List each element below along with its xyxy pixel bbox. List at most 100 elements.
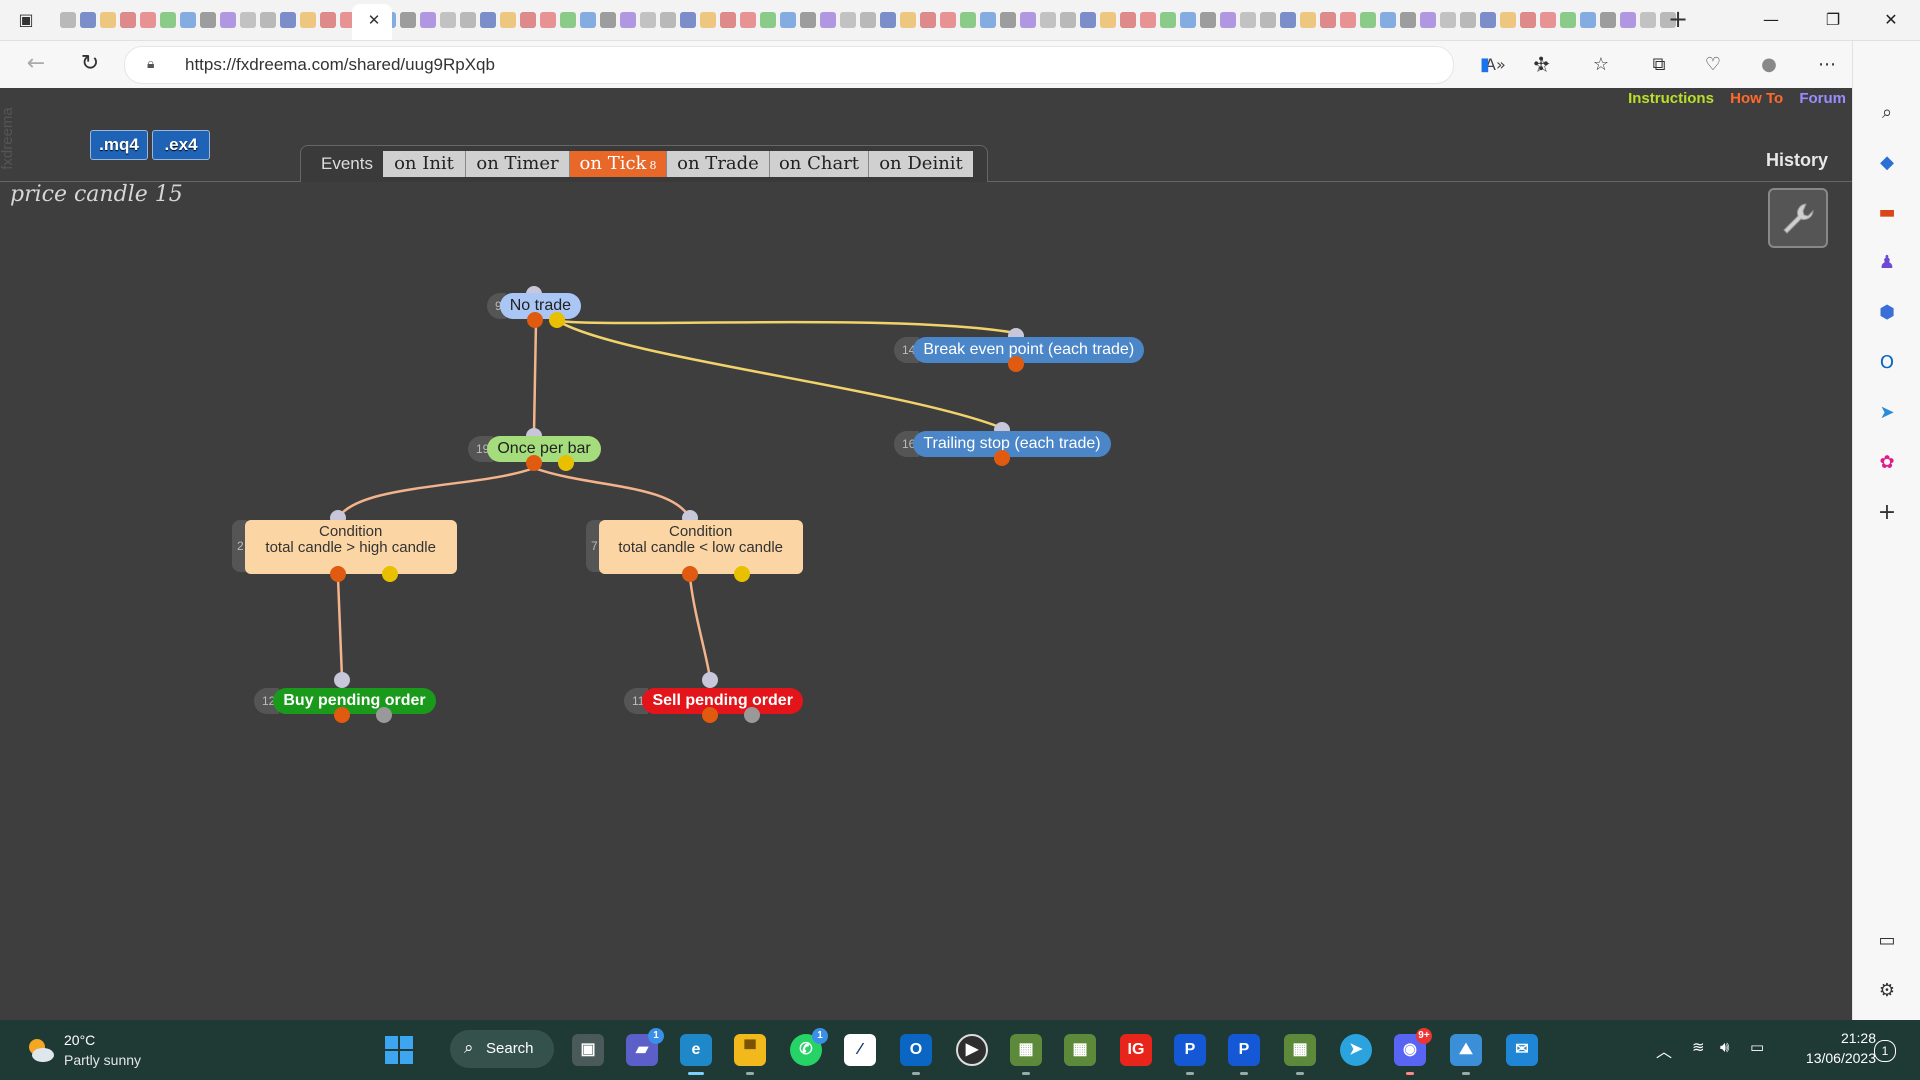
pinned-tab-favicon-icon[interactable] — [980, 12, 996, 28]
pinned-tab-favicon-icon[interactable] — [680, 12, 696, 28]
close-window-button[interactable]: ✕ — [1868, 4, 1914, 36]
pinned-tab-favicon-icon[interactable] — [1540, 12, 1556, 28]
pinned-tab-favicon-icon[interactable] — [800, 12, 816, 28]
alt-output-connector[interactable] — [734, 566, 750, 582]
pinned-tab-favicon-icon[interactable] — [1180, 12, 1196, 28]
partly-sunny-icon[interactable] — [24, 1034, 56, 1066]
pinned-tab-favicon-icon[interactable] — [1620, 12, 1636, 28]
pinned-tab-favicon-icon[interactable] — [120, 12, 136, 28]
new-tab-button[interactable]: + — [1664, 6, 1692, 34]
teams-chat-icon[interactable]: ▰ 1 — [626, 1028, 664, 1066]
input-connector[interactable] — [334, 672, 350, 688]
app-w-icon[interactable]: ✿ — [1875, 451, 1899, 475]
pinned-tab-favicon-icon[interactable] — [1560, 12, 1576, 28]
send-icon[interactable]: ➤ — [1875, 401, 1899, 425]
pinned-tab-favicon-icon[interactable] — [780, 12, 796, 28]
pinned-tab-favicon-icon[interactable] — [140, 12, 156, 28]
pinned-tab-favicon-icon[interactable] — [820, 12, 836, 28]
app-manager-icon-1[interactable]: ▦ — [1010, 1034, 1042, 1075]
pinned-tab-favicon-icon[interactable] — [900, 12, 916, 28]
pinned-tab-favicon-icon[interactable] — [560, 12, 576, 28]
pinned-tab-favicon-icon[interactable] — [700, 12, 716, 28]
pinned-tab-favicon-icon[interactable] — [1360, 12, 1376, 28]
pinned-tab-favicon-icon[interactable] — [840, 12, 856, 28]
stylus-app-icon[interactable]: ⁄ — [844, 1034, 876, 1066]
pinned-tab-favicon-icon[interactable] — [1100, 12, 1116, 28]
address-bar[interactable]: 🔒︎ https://fxdreema.com/shared/uug9RpXqb… — [124, 46, 1551, 84]
pinned-tab-favicon-icon[interactable] — [540, 12, 556, 28]
pinned-tab-favicon-icon[interactable] — [1340, 12, 1356, 28]
microsoft-365-icon[interactable]: ⬢ — [1875, 301, 1899, 325]
browser-essentials-icon[interactable]: ♡ — [1702, 54, 1724, 76]
extensions-puzzle-icon[interactable]: ✣ — [1530, 54, 1552, 76]
sidebar-panel-icon[interactable]: ▭ — [1875, 929, 1899, 953]
minimize-button[interactable]: — — [1748, 4, 1794, 36]
pinned-tab-favicon-icon[interactable] — [940, 12, 956, 28]
pinned-tab-favicon-icon[interactable] — [60, 12, 76, 28]
pinned-tab-favicon-icon[interactable] — [440, 12, 456, 28]
pinned-tab-favicon-icon[interactable] — [1420, 12, 1436, 28]
pinned-tab-favicon-icon[interactable] — [660, 12, 676, 28]
task-view-icon[interactable]: ▣ — [572, 1034, 604, 1066]
pinned-tab-favicon-icon[interactable] — [1440, 12, 1456, 28]
output-connector[interactable] — [527, 312, 543, 328]
pinned-tab-favicon-icon[interactable] — [300, 12, 316, 28]
pinned-tab-favicon-icon[interactable] — [1020, 12, 1036, 28]
outlook-icon[interactable]: O — [900, 1034, 932, 1075]
telegram-icon[interactable]: ➤ — [1340, 1034, 1372, 1066]
pinned-tab-favicon-icon[interactable] — [180, 12, 196, 28]
pinned-tab-favicon-icon[interactable] — [640, 12, 656, 28]
pinned-tab-favicon-icon[interactable] — [240, 12, 256, 28]
pinned-tab-favicon-icon[interactable] — [1480, 12, 1496, 28]
favorites-list-icon[interactable]: ☆ — [1590, 54, 1612, 76]
pinned-tab-favicon-icon[interactable] — [320, 12, 336, 28]
whatsapp-icon[interactable]: ✆ 1 — [790, 1028, 828, 1066]
show-hidden-icons-chevron[interactable]: ︿ — [1656, 1038, 1672, 1062]
pinned-tab-favicon-icon[interactable] — [1240, 12, 1256, 28]
error-output-connector[interactable] — [376, 707, 392, 723]
pinned-tab-favicon-icon[interactable] — [1580, 12, 1596, 28]
pinned-tab-favicon-icon[interactable] — [420, 12, 436, 28]
pinned-tab-favicon-icon[interactable] — [160, 12, 176, 28]
pinned-tab-favicon-icon[interactable] — [1400, 12, 1416, 28]
lock-icon[interactable]: 🔒︎ — [147, 56, 161, 72]
alt-output-connector[interactable] — [558, 455, 574, 471]
back-arrow-icon[interactable]: ← — [20, 48, 52, 80]
profile-avatar-icon[interactable]: ● — [1758, 54, 1780, 76]
wifi-icon[interactable]: ≋ — [1692, 1038, 1705, 1056]
pinned-tab-favicon-icon[interactable] — [480, 12, 496, 28]
p-app-icon-1[interactable]: P — [1174, 1034, 1206, 1075]
pinned-tab-favicon-icon[interactable] — [1080, 12, 1096, 28]
pinned-tab-favicon-icon[interactable] — [1460, 12, 1476, 28]
ig-trading-icon[interactable]: IG — [1120, 1034, 1152, 1066]
notification-center-badge[interactable]: 1 — [1874, 1040, 1896, 1062]
photos-icon[interactable]: ⛰ — [1450, 1034, 1482, 1075]
pinned-tab-favicon-icon[interactable] — [580, 12, 596, 28]
block-condition-high[interactable]: 2 Condition total candle > high candle — [232, 520, 457, 574]
collections-icon[interactable]: ⧉ — [1648, 54, 1670, 76]
p-app-icon-2[interactable]: P — [1228, 1034, 1260, 1075]
taskbar-search[interactable]: ⌕ Search — [450, 1030, 554, 1068]
shopping-tag-icon[interactable]: ◆ — [1875, 151, 1899, 175]
sidebar-settings-gear-icon[interactable]: ⚙ — [1875, 979, 1899, 1003]
games-icon[interactable]: ♟ — [1875, 251, 1899, 275]
pinned-tab-favicon-icon[interactable] — [1520, 12, 1536, 28]
pinned-tab-favicon-icon[interactable] — [740, 12, 756, 28]
pinned-tab-favicon-icon[interactable] — [460, 12, 476, 28]
media-player-icon[interactable]: ▶ — [956, 1034, 988, 1066]
clock-time[interactable]: 21:28 — [1826, 1030, 1876, 1046]
input-connector[interactable] — [702, 672, 718, 688]
pinned-tab-favicon-icon[interactable] — [1300, 12, 1316, 28]
pinned-tab-favicon-icon[interactable] — [720, 12, 736, 28]
pinned-tab-favicon-icon[interactable] — [1320, 12, 1336, 28]
add-sidebar-app-icon[interactable]: + — [1875, 501, 1899, 525]
file-explorer-icon[interactable]: ▀ — [734, 1034, 766, 1075]
pinned-tab-favicon-icon[interactable] — [880, 12, 896, 28]
output-connector[interactable] — [334, 707, 350, 723]
pinned-tab-favicon-icon[interactable] — [1060, 12, 1076, 28]
search-icon[interactable]: ⌕ — [1875, 101, 1899, 125]
pinned-tab-favicon-icon[interactable] — [1640, 12, 1656, 28]
pinned-tab-favicon-icon[interactable] — [280, 12, 296, 28]
restore-button[interactable]: ❐ — [1810, 4, 1856, 36]
windows-start-icon[interactable] — [384, 1035, 414, 1065]
